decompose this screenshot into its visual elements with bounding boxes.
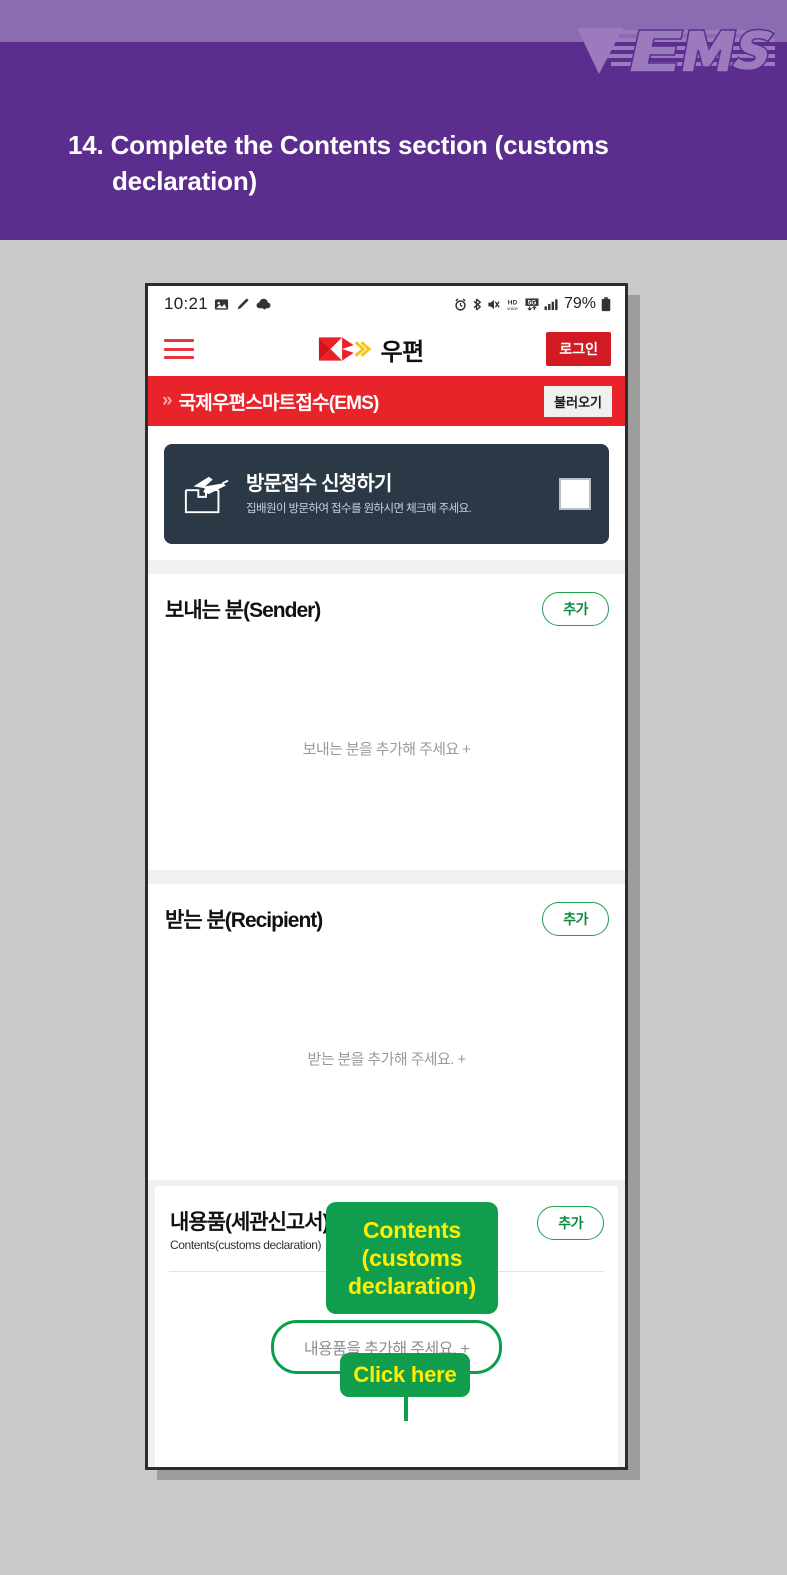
pen-icon [237, 297, 249, 309]
cloud-icon [256, 298, 271, 310]
brand-text: 우편 [380, 338, 425, 366]
recipient-section-title: 받는 분(Recipient) [165, 909, 323, 932]
svg-text:voice: voice [507, 306, 518, 311]
hamburger-icon[interactable] [164, 339, 194, 359]
airplane-box-icon [184, 476, 229, 514]
recipient-section: 받는 분(Recipient) 추가 받는 분을 추가해 주세요. + [148, 884, 625, 1180]
signal-bars-icon [544, 298, 558, 310]
purple-banner: 14. Complete the Contents section (custo… [0, 0, 787, 240]
contents-title-group: 내용품(세관신고서) Contents(customs declaration) [170, 1206, 330, 1252]
page-title-line2: declaration) [112, 165, 257, 196]
chevron-right-icon: » [162, 390, 172, 411]
visit-card-subtitle: 집배원이 방문하여 접수를 원하시면 체크해 주세요. [246, 503, 472, 515]
status-bar-left: 10:21 [164, 294, 272, 314]
ems-service-title: 국제우편스마트접수(EMS) [178, 392, 380, 414]
ems-service-bar-left: » 국제우편스마트접수(EMS) [162, 388, 379, 415]
visit-card-wrapper: 방문접수 신청하기 집배원이 방문하여 접수를 원하시면 체크해 주세요. [148, 426, 625, 560]
sender-section-title: 보내는 분(Sender) [165, 599, 321, 622]
annotation-contents-line2: (customs [361, 1245, 463, 1272]
recipient-empty-state[interactable]: 받는 분을 추가해 주세요. + [148, 936, 625, 1180]
annotation-click-here: Click here [340, 1353, 470, 1397]
battery-percent: 79% [563, 295, 596, 312]
app-bar: 우편 로그인 [148, 322, 625, 376]
annotation-contents-label: Contents (customs declaration) [326, 1202, 498, 1315]
contents-section-title: 내용품(세관신고서) [170, 1211, 330, 1234]
login-button[interactable]: 로그인 [546, 332, 611, 366]
annotation-contents-line3: declaration) [348, 1273, 476, 1300]
sender-add-button[interactable]: 추가 [542, 592, 609, 626]
page-root: 14. Complete the Contents section (custo… [0, 0, 787, 1575]
recipient-add-button[interactable]: 추가 [542, 902, 609, 936]
visit-request-checkbox[interactable] [559, 478, 591, 510]
alarm-icon [455, 298, 466, 311]
page-title-line1: 14. Complete the Contents section (custo… [68, 130, 609, 160]
ems-logo [577, 28, 776, 74]
status-time: 10:21 [164, 294, 209, 313]
battery-icon [601, 296, 611, 311]
mute-icon [488, 299, 500, 309]
sender-section: 보내는 분(Sender) 추가 보내는 분을 추가해 주세요 + [148, 574, 625, 870]
sender-empty-state[interactable]: 보내는 분을 추가해 주세요 + [148, 626, 625, 870]
korea-post-brand[interactable]: 우편 [317, 332, 424, 367]
visit-card-title: 방문접수 신청하기 [246, 473, 392, 495]
status-bar: 10:21 HD voice 5G 79% [148, 286, 625, 322]
recipient-section-header: 받는 분(Recipient) 추가 [148, 884, 625, 936]
section-divider-band-2 [148, 870, 625, 884]
sender-section-header: 보내는 분(Sender) 추가 [148, 574, 625, 626]
contents-add-button[interactable]: 추가 [537, 1206, 604, 1240]
ems-service-bar: » 국제우편스마트접수(EMS) 불러오기 [148, 376, 625, 426]
annotation-contents-line1: Contents [362, 1217, 462, 1243]
section-divider-band [148, 560, 625, 574]
visit-request-card[interactable]: 방문접수 신청하기 집배원이 방문하여 접수를 원하시면 체크해 주세요. [164, 444, 609, 544]
bluetooth-icon [473, 298, 482, 310]
hd-voice-icon: HD voice [507, 299, 518, 311]
photo-icon [214, 298, 229, 310]
korea-post-logo-icon [318, 337, 371, 361]
visit-card-text: 방문접수 신청하기 집배원이 방문하여 접수를 원하시면 체크해 주세요. [246, 472, 545, 516]
load-button[interactable]: 불러오기 [544, 385, 612, 417]
status-bar-right: HD voice 5G 79% [454, 295, 611, 313]
contents-section-subtitle: Contents(customs declaration) [170, 1238, 322, 1252]
page-title: 14. Complete the Contents section (custo… [68, 128, 668, 200]
svg-text:5G: 5G [528, 299, 537, 306]
5g-icon: 5G [525, 297, 539, 310]
